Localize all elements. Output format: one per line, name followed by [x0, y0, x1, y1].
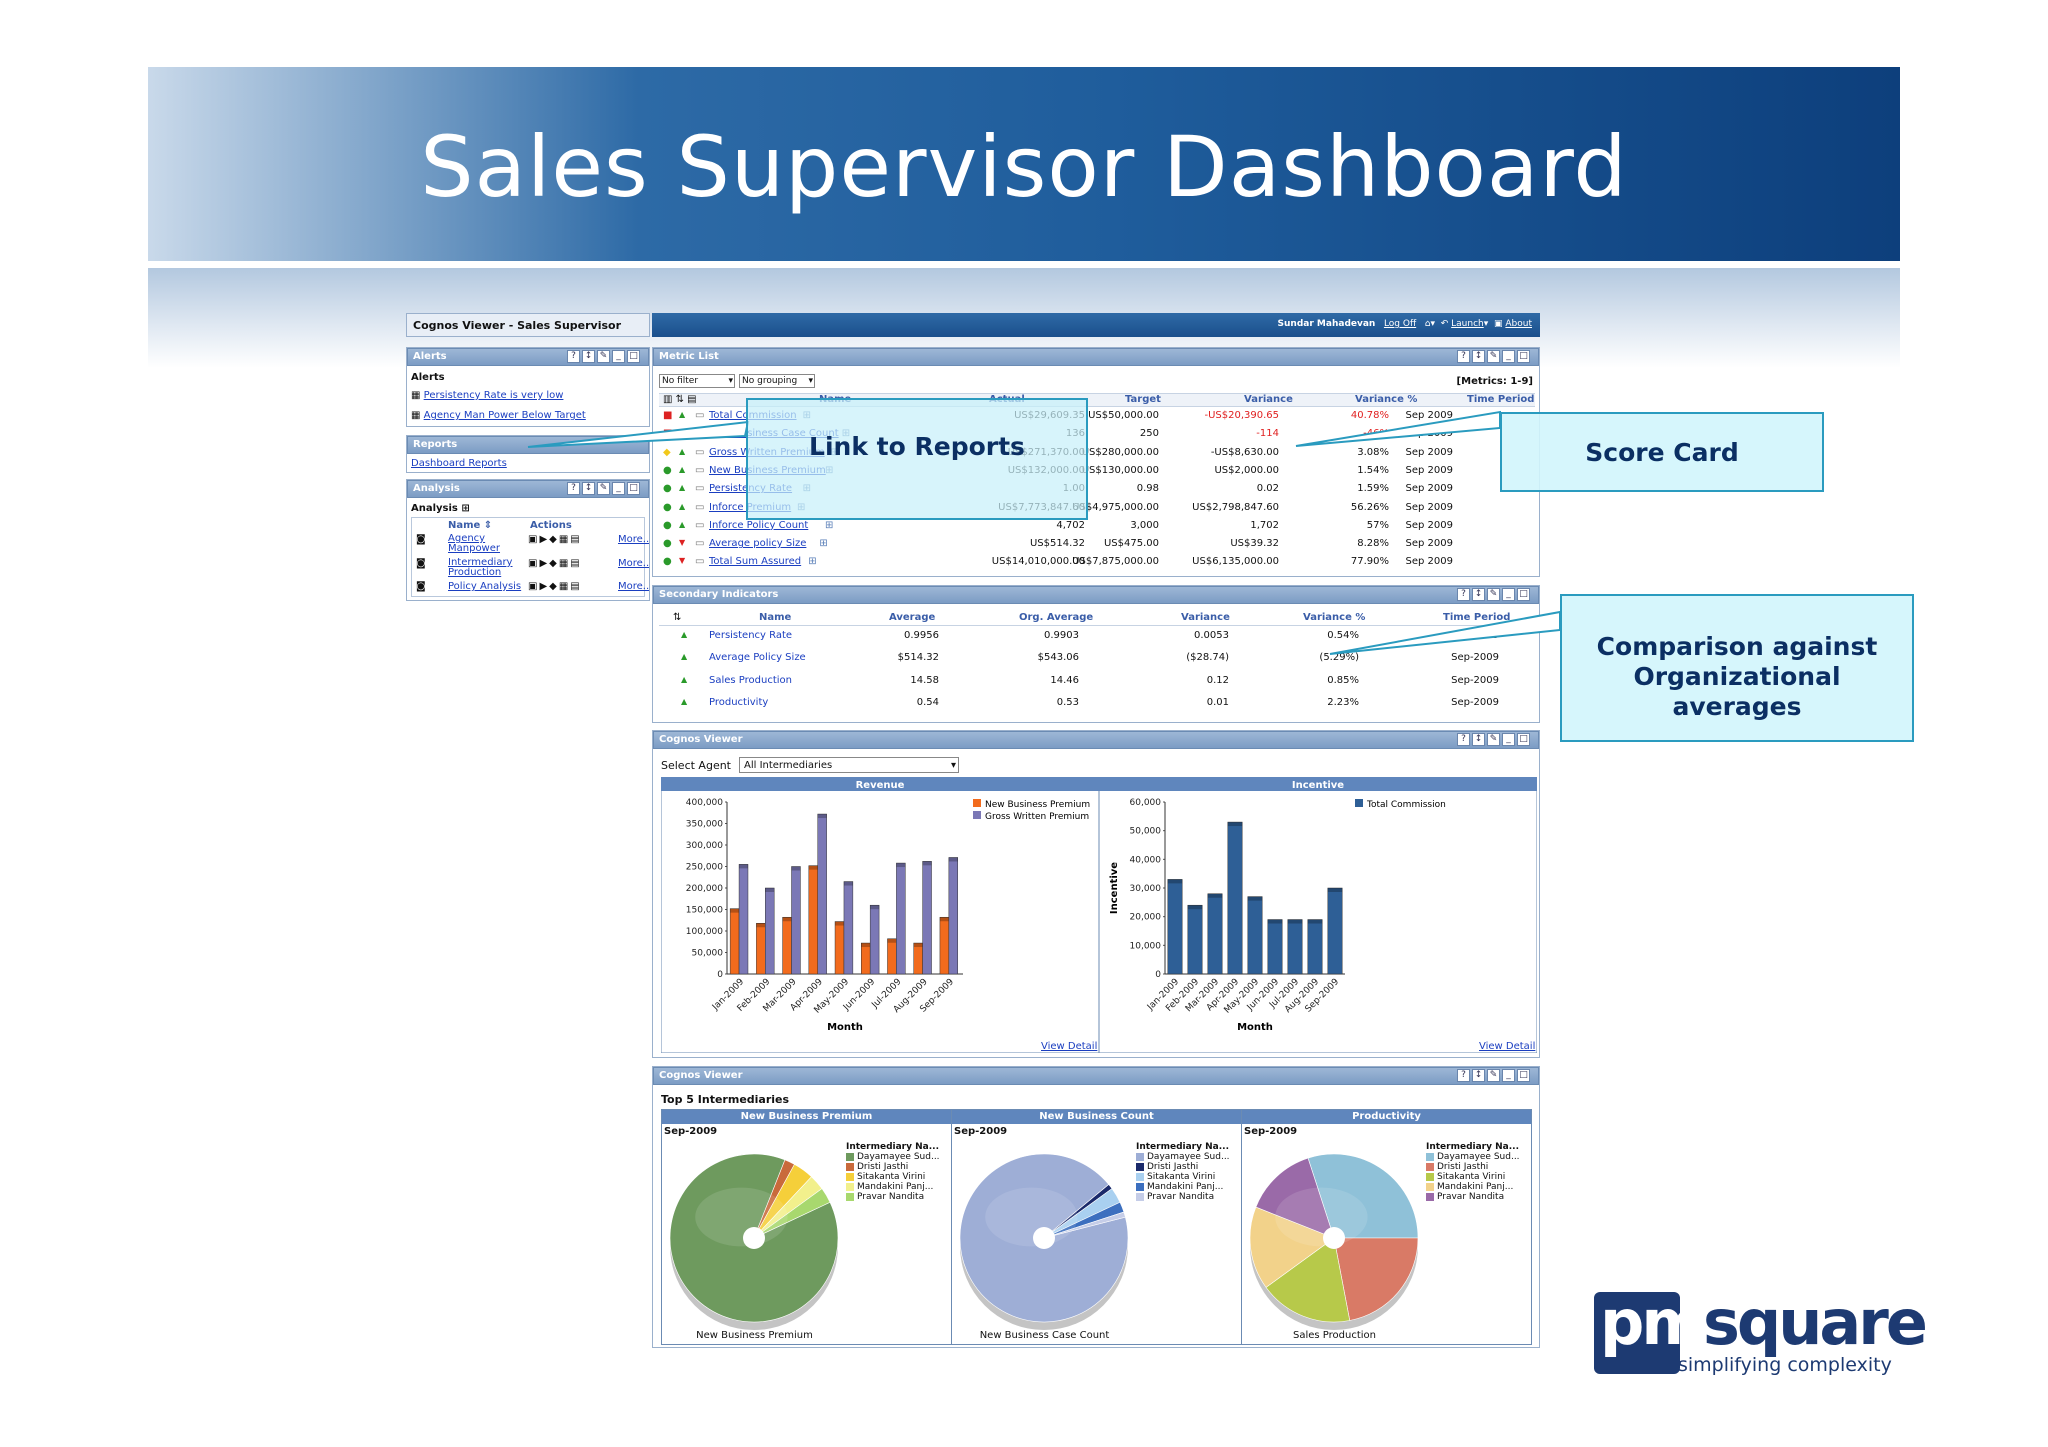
reports-pointer — [527, 420, 750, 448]
callout-score-card: Score Card — [1500, 412, 1824, 492]
logo-tagline: simplifying complexity — [1678, 1354, 1892, 1376]
logo-text-pm: pm — [1600, 1286, 1706, 1359]
logo-text: pmsquare — [1600, 1286, 1928, 1359]
callout-comparison: Comparison against Organizational averag… — [1560, 594, 1914, 742]
pmsquare-logo: pm pmsquare simplifying complexity — [1594, 1286, 1928, 1380]
scorecard-pointer — [1295, 410, 1501, 447]
callout-link-to-reports: Link to Reports — [746, 398, 1088, 520]
comparison-pointer — [1329, 610, 1561, 655]
logo-text-square: square — [1702, 1286, 1928, 1359]
